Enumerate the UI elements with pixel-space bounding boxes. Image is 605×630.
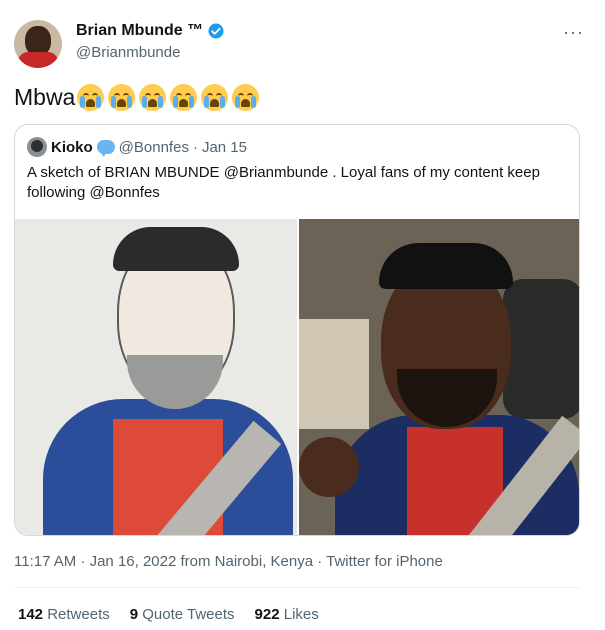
author-name-block: Brian Mbunde ™ @Brianmbunde bbox=[76, 22, 225, 61]
quoted-tweet[interactable]: Kioko @Bonnfes · Jan 15 A sketch of BRIA… bbox=[14, 124, 580, 536]
speech-bubble-icon bbox=[96, 140, 115, 157]
selfie-hair bbox=[379, 243, 513, 289]
crying-face-icon bbox=[232, 84, 260, 111]
quoted-tweet-text: A sketch of BRIAN MBUNDE @Brianmbunde . … bbox=[27, 164, 540, 201]
selfie-arm bbox=[299, 437, 359, 497]
sketch-photo[interactable] bbox=[15, 219, 297, 535]
car-window bbox=[299, 319, 369, 429]
quoted-tweet-header: Kioko @Bonnfes · Jan 15 bbox=[27, 137, 247, 157]
verified-badge-icon bbox=[207, 22, 225, 40]
quote-tweets-count: 9 bbox=[129, 606, 139, 623]
sketch-hair bbox=[113, 227, 239, 271]
author-avatar[interactable] bbox=[14, 20, 62, 68]
tweet-header: Brian Mbunde ™ @Brianmbunde ··· bbox=[14, 20, 594, 72]
tweet-text-content: Mbwa bbox=[14, 84, 76, 110]
tweet-timestamp[interactable]: 11:17 AM · Jan 16, 2022 from Nairobi, Ke… bbox=[14, 553, 443, 570]
emoji-group bbox=[77, 84, 260, 111]
crying-face-icon bbox=[77, 84, 105, 111]
tweet-text: Mbwa bbox=[14, 84, 260, 111]
quoted-media bbox=[15, 219, 579, 535]
author-display-name[interactable]: Brian Mbunde ™ bbox=[76, 22, 203, 40]
quoted-separator: · bbox=[192, 138, 198, 156]
crying-face-icon bbox=[139, 84, 167, 111]
crying-face-icon bbox=[170, 84, 198, 111]
quoted-author-avatar[interactable] bbox=[27, 137, 47, 157]
crying-face-icon bbox=[201, 84, 229, 111]
tweet-stats: 142 Retweets 9 Quote Tweets 922 Likes bbox=[18, 606, 319, 623]
quoted-author-name[interactable]: Kioko bbox=[51, 139, 93, 156]
more-options-icon[interactable]: ··· bbox=[563, 22, 584, 43]
divider bbox=[14, 587, 580, 588]
likes-count: 922 bbox=[254, 606, 280, 623]
likes-stat[interactable]: 922 Likes bbox=[255, 606, 319, 623]
retweets-count: 142 bbox=[18, 606, 44, 623]
retweets-label: Retweets bbox=[47, 606, 110, 623]
avatar-shirt bbox=[18, 52, 58, 68]
quote-tweets-stat[interactable]: 9 Quote Tweets bbox=[130, 606, 235, 623]
crying-face-icon bbox=[108, 84, 136, 111]
quoted-author-handle[interactable]: @Bonnfes bbox=[119, 139, 189, 156]
author-handle[interactable]: @Brianmbunde bbox=[76, 44, 225, 61]
quoted-date[interactable]: Jan 15 bbox=[202, 139, 247, 156]
car-seat bbox=[503, 279, 579, 419]
likes-label: Likes bbox=[283, 606, 319, 623]
retweets-stat[interactable]: 142 Retweets bbox=[18, 606, 110, 623]
selfie-photo[interactable] bbox=[299, 219, 579, 535]
author-display-name-row[interactable]: Brian Mbunde ™ bbox=[76, 22, 225, 40]
quote-tweets-label: Quote Tweets bbox=[142, 606, 235, 623]
